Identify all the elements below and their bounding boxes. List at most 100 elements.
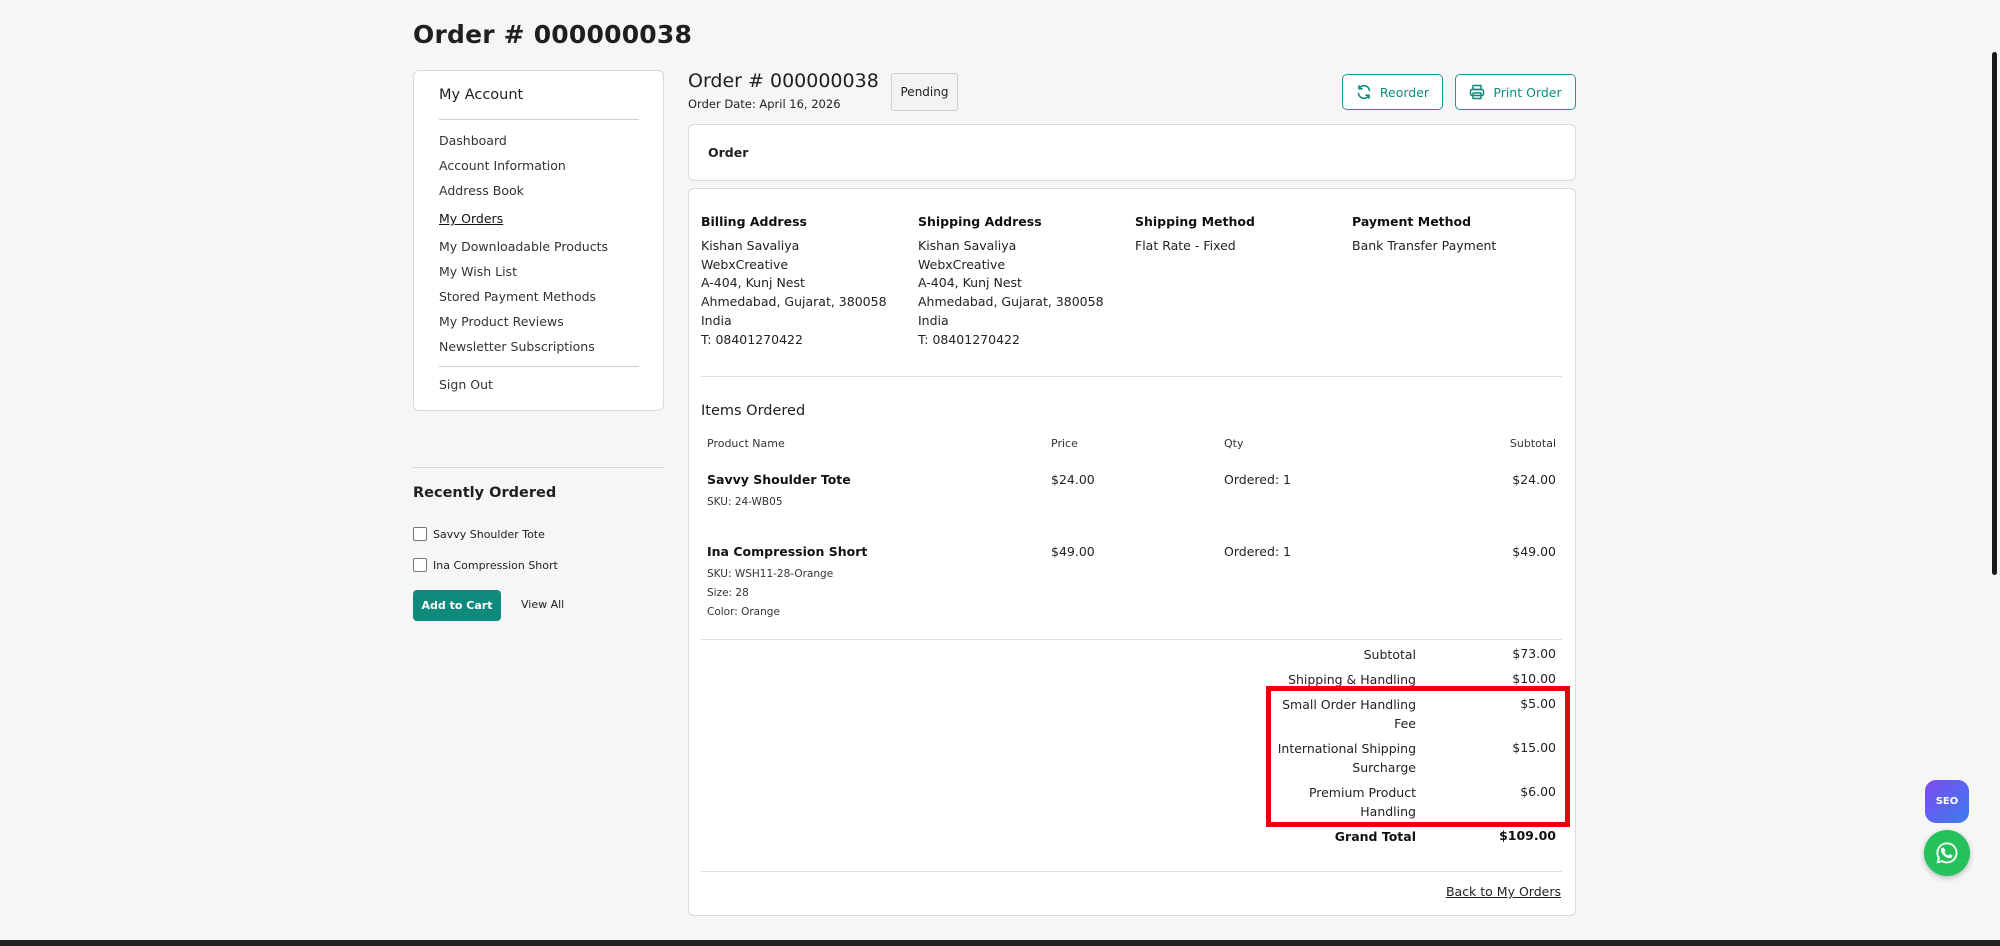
printer-icon	[1470, 84, 1485, 100]
premium-handling-label-line: Premium Product	[1308, 785, 1416, 800]
address-line: WebxCreative	[918, 256, 1006, 272]
product-subtotal: $24.00	[1512, 472, 1556, 487]
grand-total-label: Grand Total	[1334, 829, 1416, 844]
recent-item: Savvy Shoulder Tote	[413, 526, 545, 542]
nav-stored-payment-methods[interactable]: Stored Payment Methods	[439, 289, 596, 304]
recent-item-checkbox[interactable]	[413, 558, 427, 572]
product-name: Savvy Shoulder Tote	[707, 472, 851, 487]
reorder-label: Reorder	[1379, 84, 1430, 100]
shipping-handling-value: $10.00	[1512, 671, 1556, 686]
status-badge: Pending	[891, 73, 958, 111]
recent-item-checkbox[interactable]	[413, 527, 427, 541]
refresh-icon	[1357, 84, 1371, 100]
small-order-fee-value: $5.00	[1520, 696, 1556, 711]
product-option: Color: Orange	[707, 606, 780, 618]
scrollbar-thumb[interactable]	[1992, 52, 1997, 575]
shipping-method: Shipping Method Flat Rate - Fixed	[1135, 213, 1255, 256]
address-line: Kishan Savaliya	[918, 237, 1017, 253]
premium-handling-label: Premium Product Handling	[1309, 784, 1416, 821]
column-header-price: Price	[1051, 437, 1078, 450]
subtotal-label: Subtotal	[1363, 647, 1416, 662]
small-order-fee-label-line: Small Order Handling	[1282, 697, 1416, 712]
divider	[439, 119, 639, 120]
address-line: Ahmedabad, Gujarat, 380058	[918, 294, 1104, 310]
shipping-handling-label: Shipping & Handling	[1288, 672, 1416, 687]
back-to-orders-link[interactable]: Back to My Orders	[1446, 884, 1561, 899]
grand-total-value: $109.00	[1499, 828, 1556, 843]
product-price: $49.00	[1051, 544, 1095, 559]
seo-widget-button[interactable]: SEO	[1925, 780, 1969, 823]
shipping-method-value: Flat Rate - Fixed	[1135, 237, 1236, 253]
whatsapp-button[interactable]	[1924, 830, 1970, 876]
premium-handling-label-line: Handling	[1360, 803, 1416, 819]
add-to-cart-button[interactable]: Add to Cart	[413, 590, 501, 621]
shipping-address: Shipping Address Kishan Savaliya WebxCre…	[918, 213, 1104, 350]
address-line: India	[918, 312, 949, 328]
small-order-fee-label-line: Fee	[1394, 715, 1416, 731]
print-order-button[interactable]: Print Order	[1455, 74, 1576, 110]
page-title: Order # 000000038	[413, 20, 693, 49]
tab-order: Order	[708, 145, 749, 160]
divider	[701, 376, 1562, 377]
product-subtotal: $49.00	[1512, 544, 1556, 559]
nav-sign-out[interactable]: Sign Out	[439, 377, 493, 392]
order-heading: Order # 000000038	[688, 70, 879, 92]
nav-product-reviews[interactable]: My Product Reviews	[439, 314, 564, 329]
product-name: Ina Compression Short	[707, 544, 868, 559]
nav-address-book[interactable]: Address Book	[439, 183, 524, 198]
premium-handling-value: $6.00	[1520, 784, 1556, 799]
account-nav: My Account Dashboard Account Information…	[413, 70, 664, 411]
address-line: WebxCreative	[701, 256, 789, 272]
nav-downloadable-products[interactable]: My Downloadable Products	[439, 239, 608, 254]
recently-ordered-title: Recently Ordered	[413, 485, 557, 501]
international-surcharge-value: $15.00	[1512, 740, 1556, 755]
address-line: A-404, Kunj Nest	[701, 275, 805, 291]
payment-method-value: Bank Transfer Payment	[1352, 237, 1497, 253]
product-qty: Ordered: 1	[1224, 544, 1292, 559]
address-line: Ahmedabad, Gujarat, 380058	[701, 294, 887, 310]
divider	[413, 467, 664, 468]
nav-account-information[interactable]: Account Information	[439, 158, 566, 173]
payment-method: Payment Method Bank Transfer Payment	[1352, 213, 1496, 256]
divider	[701, 871, 1562, 872]
address-line: Kishan Savaliya	[701, 237, 800, 253]
subtotal-value: $73.00	[1512, 646, 1556, 661]
shipping-address-title: Shipping Address	[918, 214, 1042, 229]
international-surcharge-label-line: International Shipping	[1277, 741, 1416, 756]
nav-newsletter-subscriptions[interactable]: Newsletter Subscriptions	[439, 339, 595, 354]
divider	[439, 366, 639, 367]
small-order-fee-label: Small Order Handling Fee	[1282, 696, 1416, 733]
column-header-subtotal: Subtotal	[1509, 437, 1556, 450]
address-line: A-404, Kunj Nest	[918, 275, 1022, 291]
print-order-label: Print Order	[1493, 84, 1562, 100]
recent-item-label: Ina Compression Short	[433, 558, 558, 572]
reorder-button[interactable]: Reorder	[1342, 74, 1443, 110]
payment-method-title: Payment Method	[1352, 214, 1472, 229]
nav-dashboard[interactable]: Dashboard	[439, 133, 507, 148]
recent-item-label: Savvy Shoulder Tote	[433, 527, 545, 541]
divider	[701, 639, 1562, 640]
address-phone: T: 08401270422	[918, 331, 1020, 347]
product-option: Size: 28	[707, 587, 749, 599]
address-line: India	[701, 312, 732, 328]
account-nav-title: My Account	[439, 87, 524, 103]
recent-item: Ina Compression Short	[413, 557, 558, 573]
billing-address-title: Billing Address	[701, 214, 807, 229]
order-tab[interactable]: Order	[688, 124, 1576, 181]
international-surcharge-label-line: Surcharge	[1352, 759, 1416, 775]
address-phone: T: 08401270422	[701, 331, 803, 347]
view-all-link[interactable]: View All	[521, 598, 564, 611]
shipping-method-title: Shipping Method	[1135, 214, 1255, 229]
footer-bar	[0, 940, 2000, 946]
items-ordered-title: Items Ordered	[701, 403, 806, 419]
product-qty: Ordered: 1	[1224, 472, 1292, 487]
billing-address: Billing Address Kishan Savaliya WebxCrea…	[701, 213, 887, 350]
product-sku: SKU: 24-WB05	[707, 496, 783, 508]
column-header-product: Product Name	[707, 437, 785, 450]
nav-wish-list[interactable]: My Wish List	[439, 264, 517, 279]
nav-my-orders[interactable]: My Orders	[439, 211, 503, 226]
international-surcharge-label: International Shipping Surcharge	[1278, 740, 1416, 777]
order-date: Order Date: April 16, 2026	[688, 97, 841, 111]
product-sku: SKU: WSH11-28-Orange	[707, 568, 834, 580]
whatsapp-icon	[1936, 842, 1958, 864]
